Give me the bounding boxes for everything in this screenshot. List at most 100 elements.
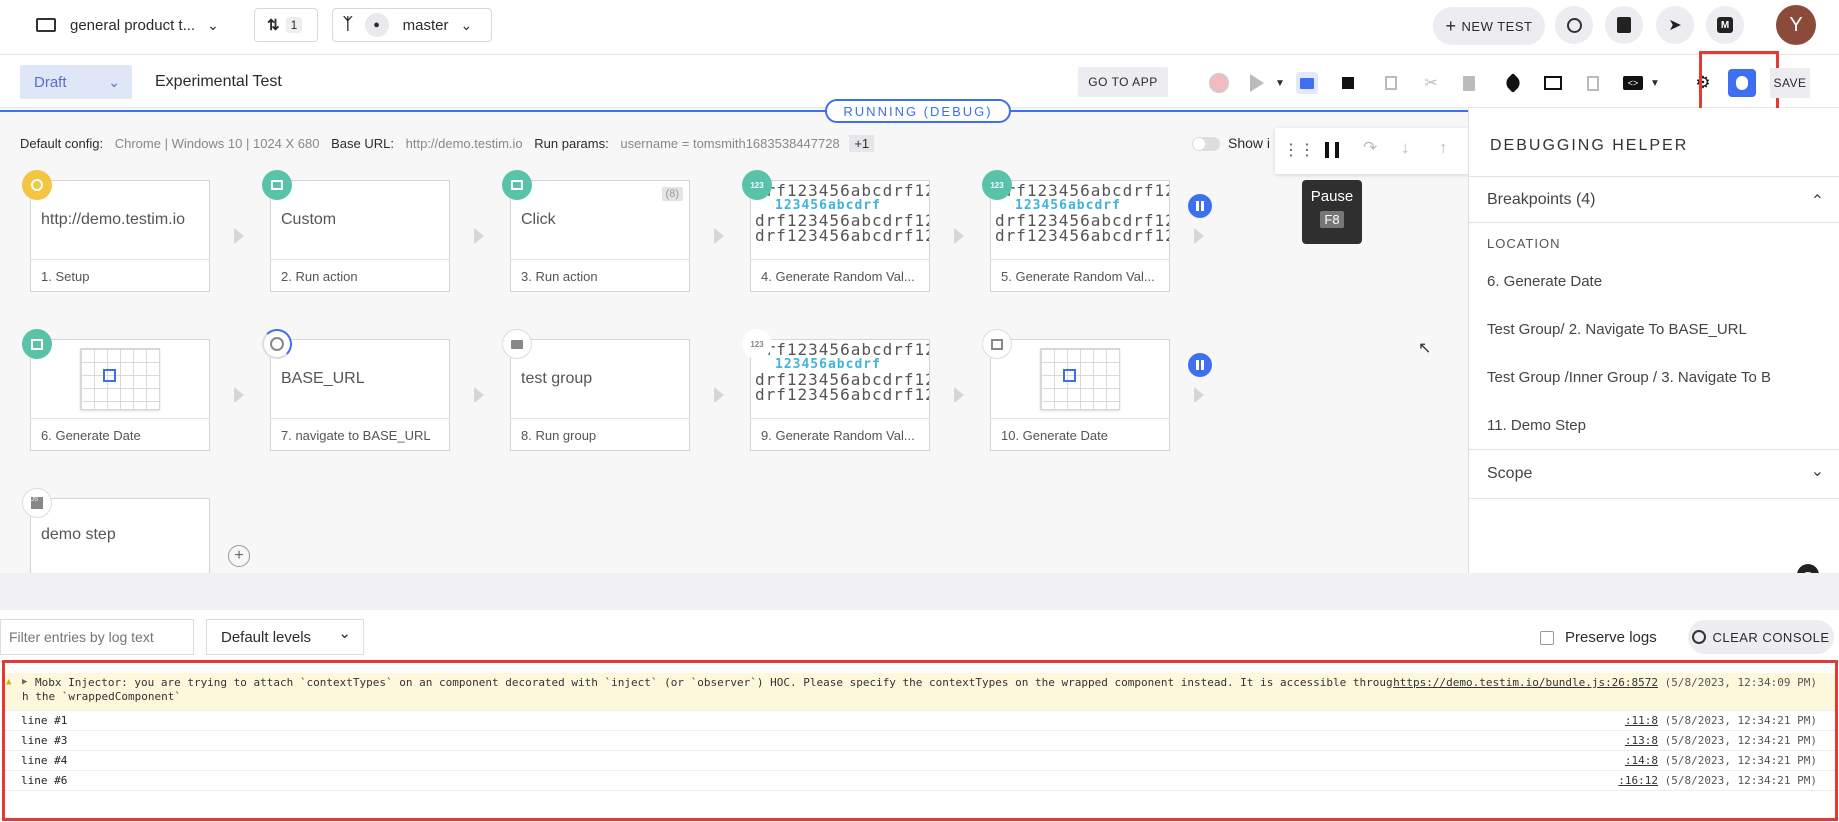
- add-step-button[interactable]: +: [228, 545, 250, 567]
- date-icon: [22, 329, 52, 359]
- run-debug-button[interactable]: [1296, 72, 1318, 94]
- step-connector[interactable]: [474, 228, 484, 244]
- step-into-icon[interactable]: ↓: [1401, 138, 1410, 158]
- default-config-value[interactable]: Chrome | Windows 10 | 1024 X 680: [115, 136, 320, 151]
- save-button[interactable]: SAVE: [1770, 68, 1810, 98]
- caret-down-icon: ▼: [1275, 77, 1285, 89]
- record-button[interactable]: [1208, 72, 1230, 94]
- log-source-link[interactable]: :11:8: [1625, 714, 1658, 727]
- search-button[interactable]: [1555, 6, 1593, 44]
- run-params-value[interactable]: username = tomsmith1683538447728: [620, 136, 839, 151]
- breakpoint-marker[interactable]: [1188, 353, 1212, 377]
- new-test-button[interactable]: + NEW TEST: [1433, 7, 1545, 45]
- stop-button[interactable]: [1337, 72, 1359, 94]
- log-text: line #3: [21, 734, 68, 747]
- run-params-more[interactable]: +1: [849, 135, 875, 152]
- warning-source-link[interactable]: https://demo.testim.io/bundle.js:26:8572: [1393, 676, 1658, 689]
- copy-button[interactable]: [1380, 72, 1402, 94]
- debugging-helper-button[interactable]: [1728, 69, 1756, 97]
- step-card[interactable]: http://demo.testim.io 1. Setup: [30, 180, 210, 292]
- step-title: Custom: [281, 211, 337, 228]
- chevron-down-icon: ⌄: [1810, 463, 1824, 480]
- delete-button[interactable]: [1582, 72, 1604, 94]
- step-card[interactable]: drf123456abcdrf12 123456abcdrf drf123456…: [990, 180, 1170, 292]
- step-connector[interactable]: [234, 228, 244, 244]
- project-selector[interactable]: general product t... ⌄: [28, 8, 232, 42]
- pause-button[interactable]: [1325, 142, 1339, 158]
- step-card[interactable]: demo step: [30, 498, 210, 573]
- log-row: line #3 :13:8 (5/8/2023, 12:34:21 PM): [5, 731, 1835, 751]
- run-options-button[interactable]: ▼: [1273, 72, 1287, 94]
- step-card[interactable]: Custom 2. Run action: [270, 180, 450, 292]
- scope-header[interactable]: Scope ⌄: [1469, 463, 1839, 483]
- step-card[interactable]: 6. Generate Date: [30, 339, 210, 451]
- whats-new-button[interactable]: ➤: [1656, 6, 1694, 44]
- pause-tooltip: Pause F8: [1302, 180, 1362, 244]
- plus-icon: +: [1445, 15, 1457, 36]
- step-card[interactable]: test group 8. Run group: [510, 339, 690, 451]
- step-connector[interactable]: [714, 228, 724, 244]
- log-source-link[interactable]: :13:8: [1625, 734, 1658, 747]
- breakpoint-location[interactable]: Test Group /Inner Group / 3. Navigate To…: [1469, 369, 1839, 386]
- drag-handle-icon[interactable]: ⋮⋮: [1283, 140, 1315, 160]
- docs-button[interactable]: [1605, 6, 1643, 44]
- random-value-preview: drf123456abcdrf12 123456abcdrf drf123456…: [755, 340, 929, 404]
- panel-divider: [1469, 449, 1839, 450]
- step-out-icon[interactable]: ↑: [1439, 138, 1448, 158]
- step-over-icon[interactable]: ↷: [1363, 138, 1377, 158]
- step-card[interactable]: drf123456abcdrf12 123456abcdrf drf123456…: [750, 180, 930, 292]
- step-card[interactable]: BASE_URL 7. navigate to BASE_URL: [270, 339, 450, 451]
- location-header: LOCATION: [1487, 236, 1561, 251]
- code-options-button[interactable]: ▼: [1648, 72, 1662, 94]
- run-button[interactable]: [1246, 72, 1268, 94]
- breakpoint-marker[interactable]: [1188, 194, 1212, 218]
- breakpoint-location[interactable]: 11. Demo Step: [1469, 417, 1839, 434]
- log-source-link[interactable]: :14:8: [1625, 754, 1658, 767]
- step-connector[interactable]: [954, 387, 964, 403]
- breakpoint-location[interactable]: Test Group/ 2. Navigate To BASE_URL: [1469, 321, 1839, 338]
- chevron-down-icon: ⌄: [108, 73, 120, 90]
- log-source-link[interactable]: :16:12: [1618, 774, 1658, 787]
- show-toggle[interactable]: [1192, 137, 1220, 151]
- pin-icon: ●: [364, 13, 389, 37]
- code-button[interactable]: <>: [1622, 72, 1644, 94]
- new-test-label: NEW TEST: [1461, 18, 1533, 34]
- base-url-value[interactable]: http://demo.testim.io: [406, 136, 523, 151]
- cut-button[interactable]: ✂: [1420, 72, 1442, 94]
- label-button[interactable]: [1502, 72, 1524, 94]
- step-title: demo step: [41, 526, 116, 543]
- step-connector[interactable]: [234, 387, 244, 403]
- log-row: line #4 :14:8 (5/8/2023, 12:34:21 PM): [5, 751, 1835, 771]
- log-filter-input[interactable]: [0, 619, 194, 655]
- expand-icon[interactable]: ▶: [22, 677, 27, 687]
- paste-button[interactable]: [1458, 72, 1480, 94]
- go-to-app-button[interactable]: GO TO APP: [1078, 67, 1168, 97]
- new-group-button[interactable]: [1542, 72, 1564, 94]
- step-label: 7. navigate to BASE_URL: [271, 418, 449, 451]
- step-connector[interactable]: [1194, 387, 1204, 403]
- log-text: line #6: [21, 774, 68, 787]
- status-dropdown[interactable]: Draft ⌄: [20, 65, 132, 99]
- breakpoints-header[interactable]: Breakpoints (4) ⌃: [1469, 191, 1839, 210]
- step-card[interactable]: 10. Generate Date: [990, 339, 1170, 451]
- breakpoint-location[interactable]: 6. Generate Date: [1469, 273, 1839, 290]
- test-name[interactable]: Experimental Test: [155, 73, 282, 91]
- preserve-logs-checkbox[interactable]: [1540, 631, 1554, 645]
- base-url-label: Base URL:: [331, 136, 394, 151]
- pull-request-icon: ⇅: [267, 17, 280, 34]
- mobile-button[interactable]: M: [1706, 6, 1744, 44]
- log-time: (5/8/2023, 12:34:21 PM): [1664, 734, 1817, 747]
- step-card[interactable]: drf123456abcdrf12 123456abcdrf drf123456…: [750, 339, 930, 451]
- step-connector[interactable]: [714, 387, 724, 403]
- step-connector[interactable]: [1194, 228, 1204, 244]
- clear-console-button[interactable]: CLEAR CONSOLE: [1688, 620, 1834, 654]
- log-levels-select[interactable]: Default levels ⌄: [206, 619, 364, 655]
- panel-title: DEBUGGING HELPER: [1490, 137, 1689, 154]
- warning-text-continued: h the `wrappedComponent`: [22, 690, 181, 703]
- avatar[interactable]: Y: [1776, 5, 1816, 45]
- step-connector[interactable]: [954, 228, 964, 244]
- branch-selector[interactable]: ᛉ ● master ⌄: [332, 8, 492, 42]
- step-connector[interactable]: [474, 387, 484, 403]
- step-card[interactable]: Click 3. Run action (8): [510, 180, 690, 292]
- pull-requests-button[interactable]: ⇅ 1: [254, 8, 318, 42]
